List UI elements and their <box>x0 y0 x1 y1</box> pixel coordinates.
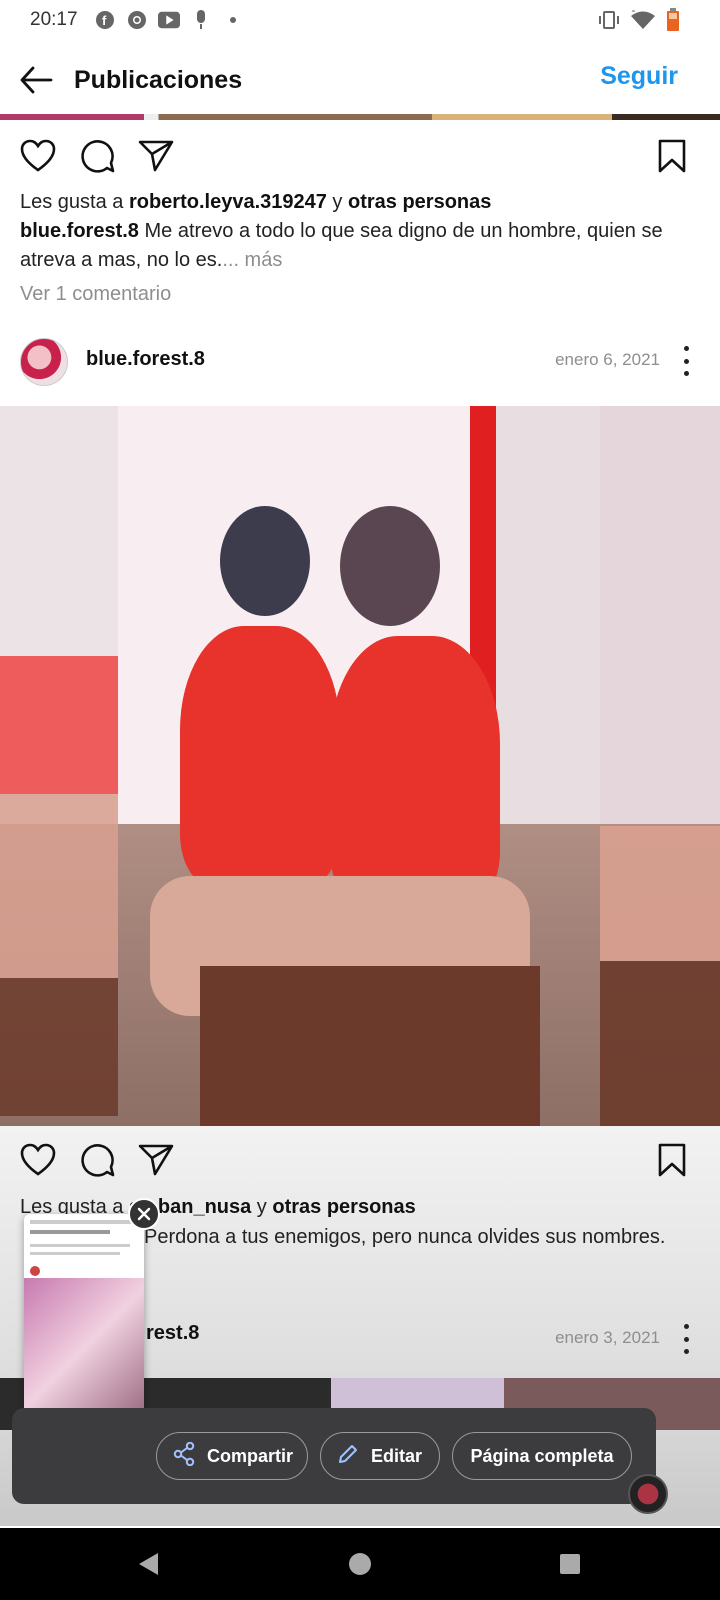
share-label: Compartir <box>207 1445 294 1466</box>
comment-icon[interactable] <box>78 136 118 176</box>
battery-icon <box>666 8 680 38</box>
photo-stool <box>200 966 540 1126</box>
post-username[interactable]: blue.forest.8 <box>86 348 205 371</box>
page-title: Publicaciones <box>74 65 243 94</box>
pencil-icon <box>337 1443 359 1470</box>
more-link[interactable]: ... más <box>222 249 282 271</box>
previous-post-image-edge <box>0 114 720 120</box>
back-arrow-icon[interactable] <box>14 58 58 102</box>
likes-others-link[interactable]: otras personas <box>272 1196 415 1218</box>
home-nav-icon[interactable] <box>344 1548 376 1580</box>
likes-joiner: y <box>251 1196 273 1218</box>
view-comments-link[interactable]: Ver 1 comentario <box>20 280 690 309</box>
screenshot-toolbar: Compartir Editar Página completa <box>12 1408 656 1504</box>
post-date: enero 6, 2021 <box>555 350 660 369</box>
share-button[interactable]: Compartir <box>156 1432 308 1480</box>
bookmark-icon[interactable] <box>652 136 692 176</box>
svg-text:f: f <box>102 13 107 28</box>
app-header: Publicaciones Seguir <box>0 48 720 112</box>
status-time: 20:17 <box>30 9 78 30</box>
edit-button[interactable]: Editar <box>320 1432 440 1480</box>
photo-mirror-left <box>0 656 118 1116</box>
share-send-icon[interactable] <box>136 1140 176 1180</box>
chrome-icon <box>126 9 148 31</box>
full-page-label: Página completa <box>470 1445 614 1466</box>
avatar[interactable] <box>20 338 68 386</box>
post-header: blue.forest.8 enero 6, 2021 <box>0 330 720 400</box>
more-options-icon[interactable] <box>684 346 692 376</box>
edit-label: Editar <box>371 1445 423 1466</box>
vibrate-icon <box>598 10 620 36</box>
post-image[interactable] <box>0 406 720 1126</box>
bookmark-icon[interactable] <box>652 1140 692 1180</box>
caption: Perdona a tus enemigos, pero nunca olvid… <box>144 1226 666 1248</box>
follow-button[interactable]: Seguir <box>600 62 678 91</box>
share-send-icon[interactable] <box>136 136 176 176</box>
heart-icon[interactable] <box>18 136 58 176</box>
likes-others-link[interactable]: otras personas <box>348 191 491 213</box>
microphone-icon <box>190 9 212 31</box>
photo-figure-head-left <box>220 506 310 616</box>
thumbnail-image <box>24 1278 144 1418</box>
post-actions-prev <box>0 126 720 186</box>
post-actions <box>0 1130 720 1190</box>
next-post-username[interactable]: rest.8 <box>146 1322 199 1345</box>
photo-figure-head-right <box>340 506 440 626</box>
profile-avatar-tab[interactable] <box>628 1474 668 1514</box>
wifi-icon <box>630 10 656 36</box>
likes-joiner: y <box>326 191 348 213</box>
caption-prev: blue.forest.8 Me atrevo a todo lo que se… <box>20 217 690 275</box>
facebook-icon: f <box>94 9 116 31</box>
system-nav-bar <box>0 1528 720 1600</box>
photo-figure-body-left <box>180 626 340 886</box>
back-nav-icon[interactable] <box>132 1548 164 1580</box>
likes-user-link[interactable]: roberto.leyva.319247 <box>129 191 327 213</box>
recents-nav-icon[interactable] <box>554 1548 586 1580</box>
photo-figure-body-right <box>330 636 500 906</box>
more-options-icon[interactable] <box>684 1324 692 1354</box>
heart-icon[interactable] <box>18 1140 58 1180</box>
youtube-icon <box>157 9 180 31</box>
caption-user-link[interactable]: blue.forest.8 <box>20 220 139 242</box>
likes-line-prev: Les gusta a roberto.leyva.319247 y otras… <box>20 188 690 217</box>
likes-prefix: Les gusta a <box>20 191 129 213</box>
full-page-button[interactable]: Página completa <box>452 1432 632 1480</box>
photo-mirror-right <box>600 826 720 1126</box>
comment-icon[interactable] <box>78 1140 118 1180</box>
status-bar: 20:17 f <box>0 0 720 40</box>
dot-icon <box>222 9 244 31</box>
close-icon[interactable] <box>128 1198 160 1230</box>
share-icon <box>173 1441 195 1471</box>
next-post-date: enero 3, 2021 <box>555 1328 660 1347</box>
